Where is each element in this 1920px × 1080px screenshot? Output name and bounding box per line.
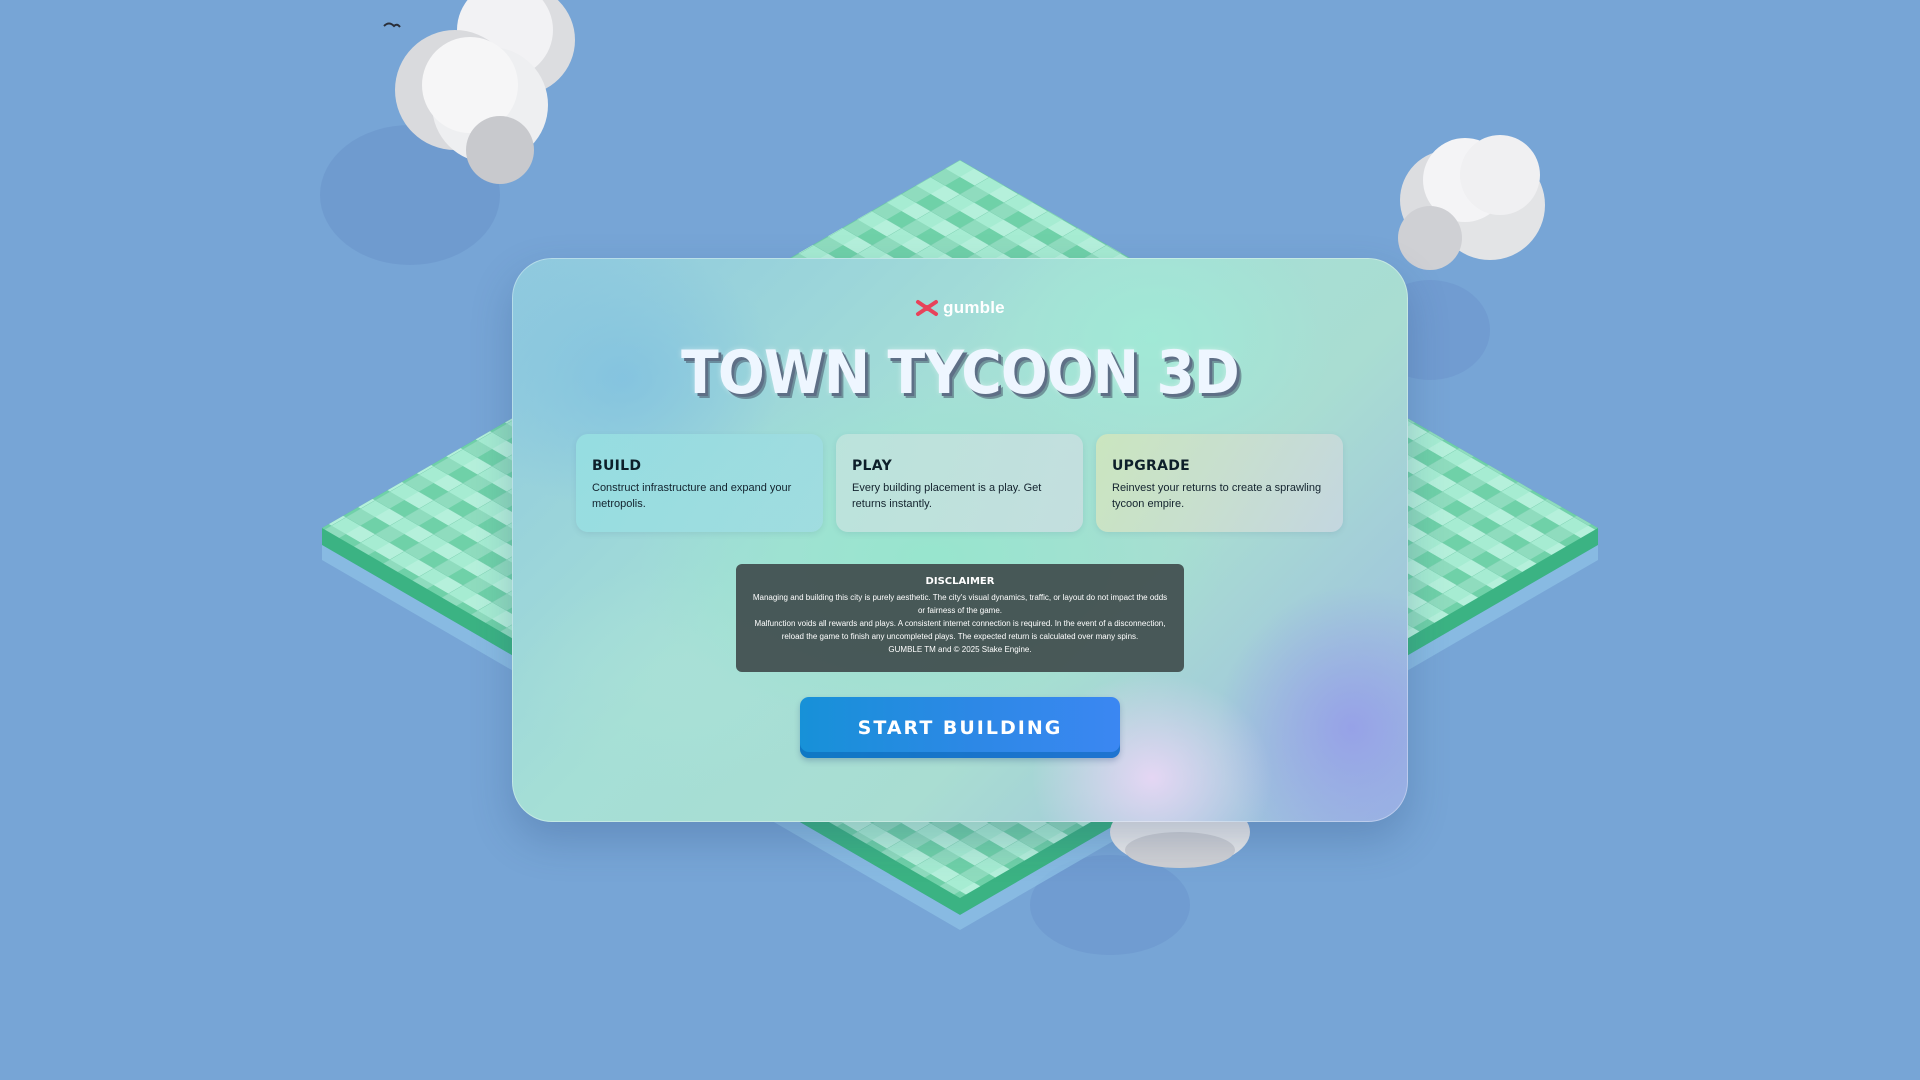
brand: gumble bbox=[512, 298, 1408, 318]
feature-card-play: PLAY Every building placement is a play.… bbox=[836, 434, 1083, 532]
brand-name: gumble bbox=[943, 298, 1005, 317]
feature-card-title: BUILD bbox=[592, 458, 642, 474]
start-building-label: START BUILDING bbox=[857, 716, 1063, 739]
start-building-button[interactable]: START BUILDING bbox=[800, 697, 1120, 758]
start-panel: gumble TOWN TYCOON 3D BUILD Construct in… bbox=[512, 258, 1408, 822]
feature-card-description: Construct infrastructure and expand your… bbox=[592, 482, 792, 510]
gumble-logo-icon bbox=[916, 300, 939, 316]
cloud-top-right bbox=[1398, 135, 1545, 270]
feature-card-description: Every building placement is a play. Get … bbox=[852, 482, 1042, 510]
disclaimer-copyright: GUMBLE TM and © 2025 Stake Engine. bbox=[888, 645, 1032, 654]
disclaimer-title: DISCLAIMER bbox=[925, 576, 995, 587]
feature-card-title: PLAY bbox=[852, 458, 893, 474]
feature-card-title: UPGRADE bbox=[1112, 458, 1191, 474]
bird-icon bbox=[383, 22, 401, 28]
feature-card-description: Reinvest your returns to create a sprawl… bbox=[1112, 482, 1322, 510]
feature-card-build: BUILD Construct infrastructure and expan… bbox=[576, 434, 823, 532]
disclaimer-text: Managing and building this city is purel… bbox=[752, 593, 1168, 615]
disclaimer-text: Malfunction voids all rewards and plays.… bbox=[754, 619, 1166, 641]
disclaimer-box: DISCLAIMER Managing and building this ci… bbox=[736, 564, 1184, 672]
game-title: TOWN TYCOON 3D bbox=[681, 338, 1240, 408]
feature-card-upgrade: UPGRADE Reinvest your returns to create … bbox=[1096, 434, 1343, 532]
